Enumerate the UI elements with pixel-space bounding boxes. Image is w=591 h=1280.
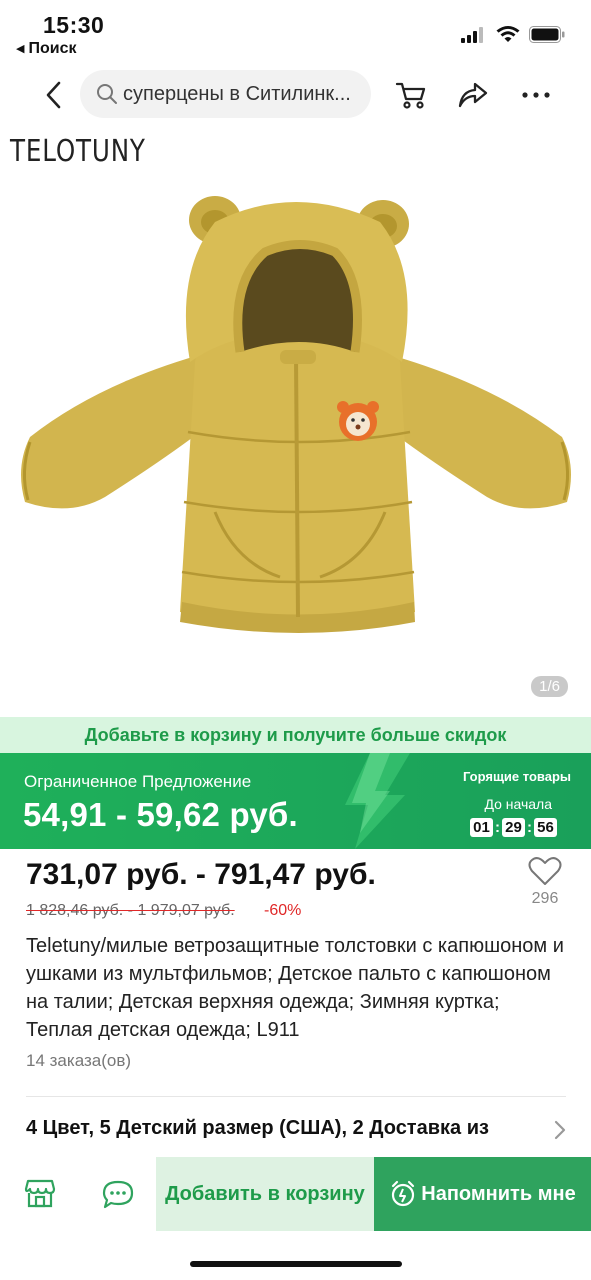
status-time: 15:30 [43, 12, 105, 38]
remind-me-label: Напомнить мне [421, 1182, 576, 1205]
discount-badge: -60% [264, 902, 302, 919]
orders-count: 14 заказа(ов) [26, 1051, 132, 1070]
countdown-label: До начала [484, 796, 552, 812]
back-triangle-icon: ◀ [16, 43, 25, 55]
remind-me-button[interactable]: Напомнить мне [374, 1157, 591, 1231]
chat-icon[interactable] [102, 1179, 134, 1209]
heart-icon[interactable] [528, 856, 562, 886]
store-icon[interactable] [24, 1177, 56, 1209]
signal-icon [461, 26, 483, 43]
back-chevron-icon[interactable] [40, 80, 68, 110]
alarm-clock-icon [392, 1180, 415, 1207]
share-icon[interactable] [457, 81, 489, 109]
brand-logo: TELOTUNY [10, 134, 146, 169]
back-to-app-link[interactable]: ◀ Поиск [16, 40, 76, 58]
add-to-cart-button[interactable]: Добавить в корзину [156, 1157, 374, 1231]
search-query-text: суперцены в Ситилинк... [123, 82, 351, 105]
product-title: Teletuny/милые ветрозащитные толстовки с… [26, 935, 564, 1041]
timer-separator: : [527, 819, 532, 836]
image-counter: 1/6 [531, 676, 568, 697]
product-options-row[interactable]: 4 Цвет, 5 Детский размер (США), 2 Достав… [26, 1117, 489, 1140]
search-icon [97, 84, 117, 104]
product-jacket-image [21, 196, 571, 633]
favorites-count: 296 [531, 890, 559, 907]
countdown-timer: 01 : 29 : 56 [470, 818, 557, 837]
timer-separator: : [495, 819, 500, 836]
timer-hours: 01 [470, 818, 493, 837]
status-bar: 15:30 ◀ Поиск [0, 0, 591, 62]
wifi-icon [496, 26, 520, 42]
offer-price: 54,91 - 59,62 руб. [23, 796, 298, 833]
limited-offer-banner[interactable]: Ограниченное Предложение 54,91 - 59,62 р… [0, 753, 591, 849]
back-to-app-label: Поиск [28, 40, 77, 57]
product-image-gallery[interactable]: TELOTUNY 1/6 [0, 122, 591, 717]
timer-seconds: 56 [534, 818, 557, 837]
divider [26, 1096, 566, 1097]
chevron-right-icon[interactable] [553, 1120, 567, 1140]
home-indicator[interactable] [190, 1261, 402, 1267]
search-bar[interactable]: суперцены в Ситилинк... [80, 70, 371, 118]
promo-strip-text: Добавьте в корзину и получите больше ски… [84, 724, 507, 745]
system-indicators [461, 26, 565, 43]
bottom-action-bar: Добавить в корзину Напомнить мне [0, 1157, 591, 1231]
hot-deals-label: Горящие товары [462, 769, 571, 784]
timer-minutes: 29 [502, 818, 525, 837]
original-price: 1 828,46 руб. - 1 979,07 руб. [26, 902, 235, 919]
current-price: 731,07 руб. - 791,47 руб. [26, 858, 376, 891]
cart-icon[interactable] [394, 80, 428, 110]
offer-label: Ограниченное Предложение [24, 772, 252, 791]
lightning-icon [345, 753, 410, 849]
more-options-icon[interactable] [522, 92, 550, 98]
promo-strip[interactable]: Добавьте в корзину и получите больше ски… [0, 717, 591, 753]
top-nav-bar: суперцены в Ситилинк... [0, 68, 591, 122]
battery-icon [529, 26, 565, 43]
